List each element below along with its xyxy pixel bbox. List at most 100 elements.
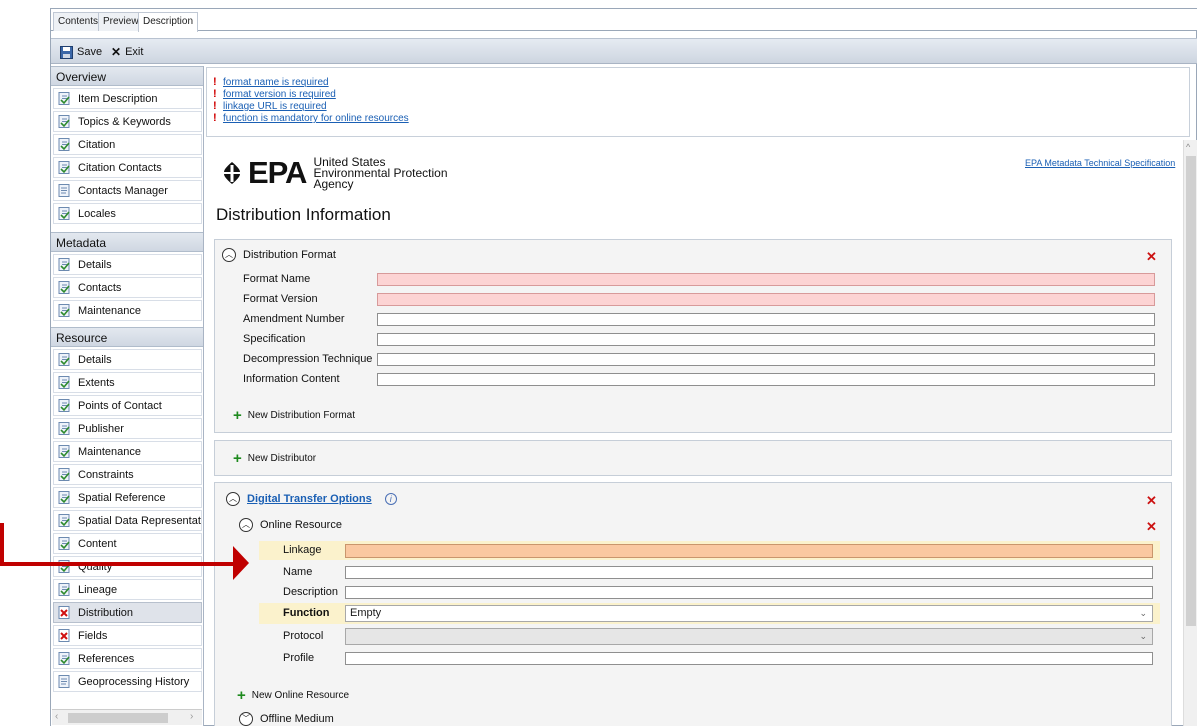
nav-item-publisher[interactable]: Publisher xyxy=(53,418,202,439)
remove-distribution-format-icon[interactable]: ✕ xyxy=(1146,250,1157,263)
online-resource-header[interactable]: ︿ Online Resource xyxy=(239,518,342,532)
nav-item-contacts[interactable]: Contacts xyxy=(53,277,202,298)
error-link[interactable]: format version is required xyxy=(223,89,336,100)
remove-transfer-options-icon[interactable]: ✕ xyxy=(1146,494,1157,507)
nav-item-citation[interactable]: Citation xyxy=(53,134,202,155)
nav-item-geoprocessing-history[interactable]: Geoprocessing History xyxy=(53,671,202,692)
offline-medium-title: Offline Medium xyxy=(260,713,334,725)
information-content-input[interactable] xyxy=(377,373,1155,386)
nav-item-spatial-data-representation[interactable]: Spatial Data Representation xyxy=(53,510,202,531)
save-button[interactable]: Save xyxy=(60,44,102,60)
nav-item-maintenance[interactable]: Maintenance xyxy=(53,300,202,321)
new-distribution-format-button[interactable]: + New Distribution Format xyxy=(233,408,355,423)
page-title: Distribution Information xyxy=(216,205,391,224)
format-name-input[interactable] xyxy=(377,273,1155,286)
error-item[interactable]: ! function is mandatory for online resour… xyxy=(213,112,409,125)
nav-item-label: Contacts Manager xyxy=(78,185,168,197)
nav-item-topics-keywords[interactable]: Topics & Keywords xyxy=(53,111,202,132)
amendment-number-input[interactable] xyxy=(377,313,1155,326)
decompression-technique-input[interactable] xyxy=(377,353,1155,366)
nav-item-label: Publisher xyxy=(78,423,124,435)
tab-preview[interactable]: Preview xyxy=(98,12,144,31)
function-select[interactable]: Empty ⌄ xyxy=(345,605,1153,622)
nav-item-label: Citation Contacts xyxy=(78,162,162,174)
tab-description[interactable]: Description xyxy=(138,12,199,32)
error-link[interactable]: linkage URL is required xyxy=(223,101,327,112)
nav-item-item-description[interactable]: Item Description xyxy=(53,88,202,109)
page-check-icon xyxy=(58,304,71,317)
page-check-icon xyxy=(58,468,71,481)
epa-logo: EPA United States Environmental Protecti… xyxy=(220,155,448,191)
nav-item-quality[interactable]: Quality xyxy=(53,556,202,577)
profile-input[interactable] xyxy=(345,652,1153,665)
nav-item-content[interactable]: Content xyxy=(53,533,202,554)
exit-button[interactable]: ✕ Exit xyxy=(111,44,143,60)
page-icon xyxy=(58,184,71,197)
nav-item-details[interactable]: Details xyxy=(53,254,202,275)
logo-line-3: Agency xyxy=(313,176,354,191)
specification-input[interactable] xyxy=(377,333,1155,346)
chevron-down-icon[interactable]: ﹀ xyxy=(239,712,253,726)
nav-item-lineage[interactable]: Lineage xyxy=(53,579,202,600)
page-check-icon xyxy=(58,583,71,596)
nav-item-label: Maintenance xyxy=(78,446,141,458)
remove-online-resource-icon[interactable]: ✕ xyxy=(1146,520,1157,533)
nav-item-spatial-reference[interactable]: Spatial Reference xyxy=(53,487,202,508)
spec-link[interactable]: EPA Metadata Technical Specification xyxy=(1025,158,1175,168)
page-check-icon xyxy=(58,258,71,271)
nav-item-distribution[interactable]: Distribution xyxy=(53,602,202,623)
nav-item-locales[interactable]: Locales xyxy=(53,203,202,224)
name-label: Name xyxy=(283,566,313,578)
nav-item-contacts-manager[interactable]: Contacts Manager xyxy=(53,180,202,201)
nav-item-label: Content xyxy=(78,538,117,550)
page-check-icon xyxy=(58,491,71,504)
page-check-icon xyxy=(58,92,71,105)
online-resource-title: Online Resource xyxy=(260,519,342,531)
save-icon xyxy=(60,45,73,59)
nav-item-extents[interactable]: Extents xyxy=(53,372,202,393)
content-vertical-scrollbar[interactable]: ^ xyxy=(1183,140,1197,726)
error-link[interactable]: function is mandatory for online resourc… xyxy=(223,113,409,124)
scroll-left-icon[interactable]: ‹ xyxy=(55,711,58,722)
page-check-icon xyxy=(58,138,71,151)
page-check-icon xyxy=(58,514,71,527)
digital-transfer-options-link[interactable]: Digital Transfer Options xyxy=(247,493,372,505)
scroll-right-icon[interactable]: › xyxy=(190,711,193,722)
nav-item-citation-contacts[interactable]: Citation Contacts xyxy=(53,157,202,178)
nav-item-fields[interactable]: Fields xyxy=(53,625,202,646)
name-input[interactable] xyxy=(345,566,1153,579)
chevron-up-icon[interactable]: ︿ xyxy=(222,248,236,262)
nav-header-resource[interactable]: Resource xyxy=(51,327,203,347)
nav-item-references[interactable]: References xyxy=(53,648,202,669)
nav-item-constraints[interactable]: Constraints xyxy=(53,464,202,485)
scroll-thumb[interactable] xyxy=(1186,156,1196,626)
digital-transfer-options-header[interactable]: ︿ Digital Transfer Options i xyxy=(226,492,397,506)
chevron-down-icon: ⌄ xyxy=(1139,608,1147,618)
protocol-select[interactable]: ⌄ xyxy=(345,628,1153,645)
description-input[interactable] xyxy=(345,586,1153,599)
nav-header-overview[interactable]: Overview xyxy=(51,66,203,86)
tab-contents[interactable]: Contents xyxy=(53,12,104,31)
new-distributor-button[interactable]: + New Distributor xyxy=(233,451,316,466)
protocol-label: Protocol xyxy=(283,630,324,642)
nav-item-details[interactable]: Details xyxy=(53,349,202,370)
info-icon[interactable]: i xyxy=(384,493,397,505)
nav-header-metadata[interactable]: Metadata xyxy=(51,232,203,252)
new-online-resource-label: New Online Resource xyxy=(251,690,350,701)
format-version-input[interactable] xyxy=(377,293,1155,306)
specification-label: Specification xyxy=(243,333,306,345)
scroll-up-icon[interactable]: ^ xyxy=(1186,142,1190,152)
offline-medium-header[interactable]: ﹀ Offline Medium xyxy=(239,712,334,726)
new-online-resource-button[interactable]: + New Online Resource xyxy=(237,688,350,703)
nav-item-maintenance[interactable]: Maintenance xyxy=(53,441,202,462)
error-link[interactable]: format name is required xyxy=(223,77,329,88)
linkage-input[interactable] xyxy=(345,544,1153,558)
scroll-thumb[interactable] xyxy=(68,713,168,723)
page-error-icon xyxy=(58,629,71,642)
distribution-format-header[interactable]: ︿ Distribution Format xyxy=(222,248,336,262)
nav-item-label: Geoprocessing History xyxy=(78,676,190,688)
chevron-up-icon[interactable]: ︿ xyxy=(226,492,240,506)
nav-horizontal-scrollbar[interactable]: ‹ › xyxy=(52,709,202,725)
nav-item-points-of-contact[interactable]: Points of Contact xyxy=(53,395,202,416)
chevron-up-icon[interactable]: ︿ xyxy=(239,518,253,532)
